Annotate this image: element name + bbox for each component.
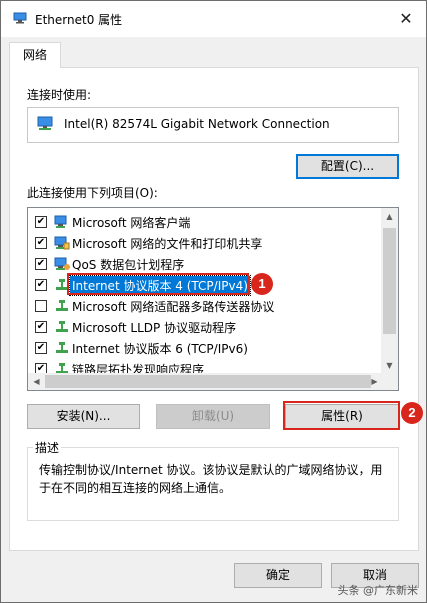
item-label: Microsoft 网络的文件和打印机共享 (72, 237, 263, 251)
uninstall-button[interactable]: 卸载(U) (156, 404, 270, 429)
item-label: Microsoft LLDP 协议驱动程序 (72, 321, 237, 335)
step-marker-2: 2 (401, 402, 423, 424)
checkbox[interactable]: ✔ (35, 216, 47, 228)
description-text: 传输控制协议/Internet 协议。该协议是默认的广域网络协议，用于在不同的相… (39, 463, 383, 495)
scroll-up-icon[interactable]: ▲ (381, 208, 398, 225)
checkbox[interactable]: ✔ (35, 321, 47, 333)
vertical-scrollbar[interactable]: ▲ ▼ (381, 208, 398, 374)
qos-icon (54, 256, 70, 272)
list-item[interactable]: Microsoft 网络适配器多路传送器协议 (28, 296, 382, 317)
description-legend: 描述 (33, 439, 62, 456)
item-label: Internet 协议版本 6 (TCP/IPv6) (72, 342, 248, 356)
components-list[interactable]: ✔ Microsoft 网络客户端 ✔ Microsoft 网络的文件和打印机共… (27, 207, 399, 391)
protocol-icon (54, 298, 70, 314)
highlight-ipv4 (67, 273, 249, 295)
list-item[interactable]: ✔ QoS 数据包计划程序 (28, 254, 382, 275)
step-marker-1: 1 (251, 273, 273, 295)
adapter-name: Intel(R) 82574L Gigabit Network Connecti… (64, 117, 330, 131)
connect-using-label: 连接时使用: (27, 88, 92, 102)
highlight-properties (283, 401, 400, 430)
adapter-field: Intel(R) 82574L Gigabit Network Connecti… (27, 107, 399, 143)
item-label: Microsoft 网络适配器多路传送器协议 (72, 300, 275, 314)
install-button[interactable]: 安装(N)... (27, 404, 140, 429)
close-button[interactable]: ✕ (392, 5, 420, 33)
scroll-left-icon[interactable]: ◀ (28, 373, 45, 390)
scroll-down-icon[interactable]: ▼ (381, 357, 398, 374)
list-item[interactable]: ✔ Microsoft LLDP 协议驱动程序 (28, 317, 382, 338)
file-sharing-icon (54, 235, 70, 251)
checkbox[interactable]: ✔ (35, 279, 47, 291)
list-item[interactable]: ✔ Microsoft 网络的文件和打印机共享 (28, 233, 382, 254)
item-label: Microsoft 网络客户端 (72, 216, 191, 230)
protocol-icon (54, 340, 70, 356)
protocol-icon (54, 319, 70, 335)
tab-network[interactable]: 网络 (9, 42, 61, 68)
checkbox[interactable]: ✔ (35, 237, 47, 249)
horizontal-scrollbar[interactable]: ◀ ▶ (28, 373, 398, 390)
close-icon: ✕ (399, 9, 413, 28)
horizontal-scroll-thumb[interactable] (45, 375, 371, 388)
ok-button[interactable]: 确定 (234, 563, 322, 588)
scroll-right-icon[interactable]: ▶ (366, 373, 383, 390)
vertical-scroll-thumb[interactable] (383, 228, 396, 334)
checkbox[interactable]: ✔ (35, 342, 47, 354)
list-item[interactable]: ✔ Internet 协议版本 6 (TCP/IPv6) (28, 338, 382, 359)
window-title: Ethernet0 属性 (35, 13, 123, 27)
list-item[interactable]: ✔ Microsoft 网络客户端 (28, 212, 382, 233)
network-client-icon (54, 214, 70, 230)
checkbox[interactable] (35, 300, 47, 312)
checkbox[interactable]: ✔ (35, 258, 47, 270)
watermark: 头条 @广东新米 (337, 584, 419, 597)
title-bar[interactable]: Ethernet0 属性 ✕ (1, 1, 426, 37)
properties-dialog: Ethernet0 属性 ✕ 网络 连接时使用: Intel(R) 82574L… (0, 0, 427, 603)
configure-button[interactable]: 配置(C)... (296, 154, 399, 179)
item-label: QoS 数据包计划程序 (72, 258, 185, 272)
items-label: 此连接使用下列项目(O): (27, 186, 158, 200)
network-adapter-icon (36, 116, 54, 132)
network-adapter-icon (13, 12, 27, 24)
